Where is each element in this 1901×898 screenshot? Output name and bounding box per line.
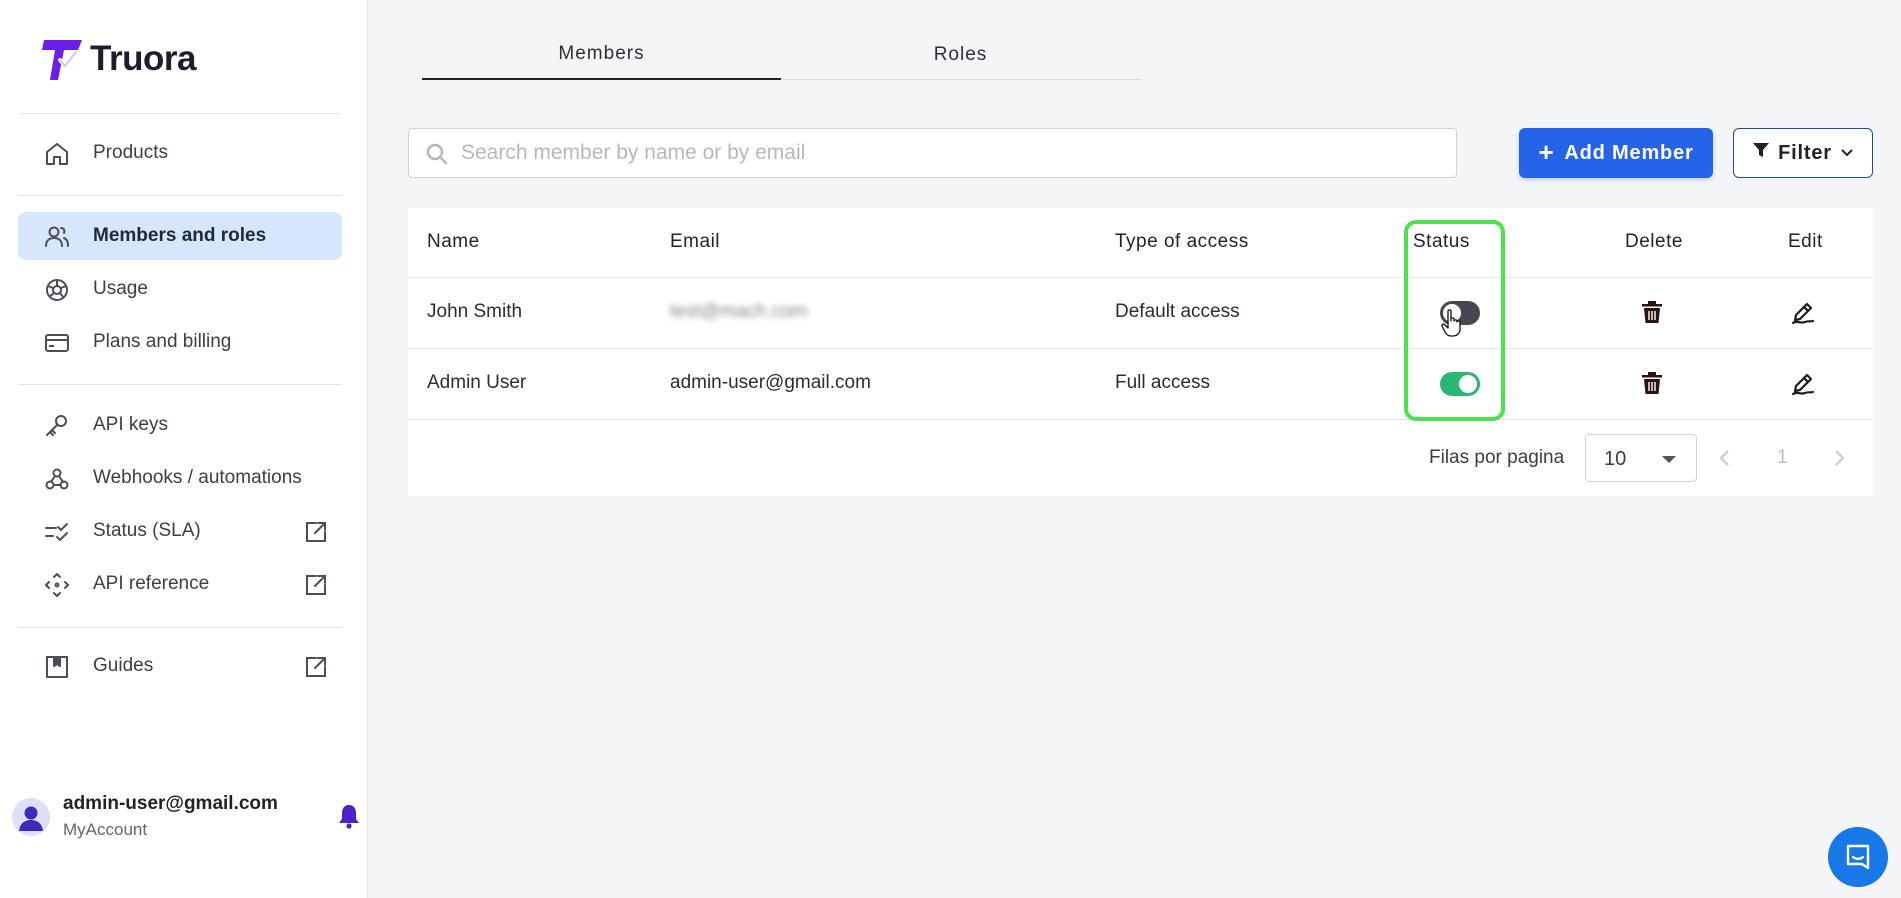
credit-card-icon [44,330,70,356]
row-divider [408,277,1873,278]
sidebar-item-api-keys[interactable]: API keys [18,401,342,449]
sidebar-divider [18,195,342,196]
rows-per-page-label: Filas por pagina [1429,447,1565,468]
sidebar-item-label: Usage [93,278,148,299]
home-icon [44,141,70,167]
sidebar-item-guides[interactable]: Guides [18,642,342,690]
sidebar-item-products[interactable]: Products [18,129,342,177]
plus-icon: + [1538,136,1555,167]
tab-roles[interactable]: Roles [781,30,1140,79]
member-name: John Smith [427,301,523,322]
column-header-delete: Delete [1625,231,1683,252]
external-link-icon [304,655,328,679]
row-divider [408,348,1873,349]
column-header-email[interactable]: Email [670,231,720,253]
status-toggle[interactable] [1440,301,1480,325]
search-box [408,128,1457,178]
member-email: admin-user@gmail.com [670,372,871,393]
add-member-button[interactable]: + Add Member [1519,128,1713,178]
trash-icon[interactable] [1638,369,1666,397]
sidebar-divider [18,384,342,385]
key-icon [44,413,70,439]
avatar[interactable] [12,798,50,836]
current-page: 1 [1777,447,1788,468]
external-link-icon [304,573,328,597]
account-email: admin-user@gmail.com [63,793,278,814]
sidebar-item-label: Webhooks / automations [93,467,302,488]
sidebar-item-status-sla[interactable]: Status (SLA) [18,507,342,555]
member-access: Default access [1115,301,1240,322]
tab-bar: Members Roles [422,30,1141,80]
rows-per-page-value: 10 [1604,448,1627,470]
sidebar-item-api-reference[interactable]: API reference [18,560,342,608]
chevron-down-icon [1840,142,1854,165]
sidebar-item-usage[interactable]: Usage [18,265,342,313]
users-icon [44,224,70,250]
rows-per-page-select[interactable]: 10 [1585,434,1697,482]
filter-button[interactable]: Filter [1733,128,1873,178]
sidebar-item-label: API reference [93,573,210,594]
edit-icon[interactable] [1789,298,1817,326]
filter-icon [1752,141,1770,165]
sidebar-item-label: Members and roles [93,225,267,246]
caret-down-icon [1662,456,1676,463]
sidebar: Truora Products Members and roles Usage … [0,0,368,898]
webhook-icon [44,466,70,492]
bookmark-icon [44,654,70,680]
search-icon [425,142,449,166]
sidebar-item-label: API keys [93,414,168,435]
chevron-left-icon[interactable] [1713,446,1737,470]
edit-icon[interactable] [1789,369,1817,397]
column-header-access[interactable]: Type of access [1115,231,1249,253]
status-toggle[interactable] [1440,372,1480,396]
column-header-name[interactable]: Name [427,231,480,253]
usage-icon [44,277,70,303]
member-name: Admin User [427,372,527,393]
member-email: test@mach.com [670,301,808,322]
chat-launcher-button[interactable] [1828,827,1888,887]
sidebar-item-label: Status (SLA) [93,520,201,541]
sidebar-item-plans-and-billing[interactable]: Plans and billing [18,318,342,366]
row-divider [408,419,1873,420]
tab-members[interactable]: Members [422,30,781,80]
account-menu[interactable]: admin-user@gmail.com MyAccount [12,790,359,846]
add-member-label: Add Member [1564,141,1694,164]
truora-logo[interactable]: Truora [42,36,196,82]
search-input[interactable] [461,129,1441,177]
sidebar-item-label: Plans and billing [93,331,232,352]
sidebar-item-label: Guides [93,655,154,676]
chat-icon [1846,844,1870,870]
bell-icon[interactable] [334,801,364,831]
brand-name: Truora [90,39,196,78]
column-header-edit: Edit [1788,231,1823,252]
sidebar-item-label: Products [93,142,168,163]
toggle-knob [1443,304,1461,322]
filter-label: Filter [1778,141,1832,164]
my-account-label[interactable]: MyAccount [63,820,147,840]
column-header-status[interactable]: Status [1413,231,1470,253]
sidebar-item-webhooks-automations[interactable]: Webhooks / automations [18,454,342,502]
sidebar-item-members-and-roles[interactable]: Members and roles [18,212,342,260]
toggle-knob [1459,375,1477,393]
external-link-icon [304,520,328,544]
chevron-right-icon[interactable] [1827,446,1851,470]
truora-logo-icon [42,40,82,80]
checklist-icon [44,519,70,545]
trash-icon[interactable] [1638,298,1666,326]
api-arrows-icon [44,572,70,598]
sidebar-divider [18,627,342,628]
member-access: Full access [1115,372,1211,393]
sidebar-divider [18,113,342,114]
